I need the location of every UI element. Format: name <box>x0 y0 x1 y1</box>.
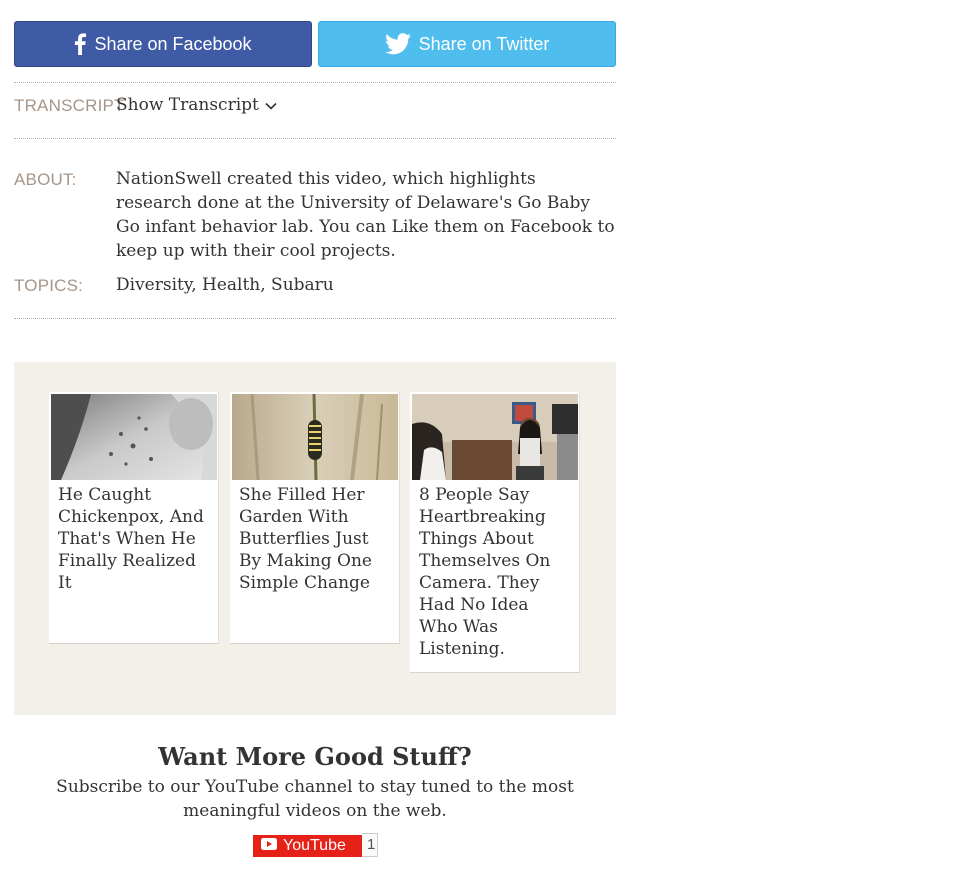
subscriber-count: 1 <box>362 833 378 857</box>
recommendation-card[interactable]: He Caught Chickenpox, And That's When He… <box>49 392 219 644</box>
divider <box>14 138 616 139</box>
chevron-down-icon <box>265 94 277 116</box>
recommendation-title: He Caught Chickenpox, And That's When He… <box>58 485 204 593</box>
youtube-subscribe-button[interactable]: YouTube <box>253 835 362 857</box>
youtube-button-label: YouTube <box>283 837 346 854</box>
transcript-label: TRANSCRIPT <box>14 96 125 115</box>
woman-on-camera-photo <box>412 394 578 480</box>
show-transcript-toggle[interactable]: Show Transcript <box>116 94 277 116</box>
twitter-icon <box>384 33 411 55</box>
youtube-play-icon <box>261 837 277 855</box>
subscribe-text: Subscribe to our YouTube channel to stay… <box>56 777 574 821</box>
share-facebook-label: Share on Facebook <box>94 33 252 54</box>
divider <box>14 82 616 83</box>
recommendation-title: She Filled Her Garden With Butterflies J… <box>239 485 372 593</box>
caterpillar-on-stem-photo <box>232 394 398 480</box>
divider <box>14 318 616 319</box>
facebook-icon <box>74 33 87 55</box>
recommendation-card[interactable]: She Filled Her Garden With Butterflies J… <box>230 392 400 644</box>
topics-label: TOPICS: <box>14 276 84 295</box>
share-on-twitter-button[interactable]: Share on Twitter <box>318 21 616 67</box>
share-on-facebook-button[interactable]: Share on Facebook <box>14 21 312 67</box>
chickenpox-skin-photo <box>51 394 217 480</box>
want-more-heading: Want More Good Stuff? <box>158 742 472 771</box>
about-text: NationSwell created this video, which hi… <box>116 169 615 261</box>
share-twitter-label: Share on Twitter <box>418 33 550 54</box>
show-transcript-label: Show Transcript <box>116 95 259 115</box>
recommendation-card[interactable]: 8 People Say Heartbreaking Things About … <box>410 392 580 673</box>
recommendation-title: 8 People Say Heartbreaking Things About … <box>419 485 551 659</box>
topics-text: Diversity, Health, Subaru <box>116 275 334 295</box>
about-label: ABOUT: <box>14 170 77 189</box>
